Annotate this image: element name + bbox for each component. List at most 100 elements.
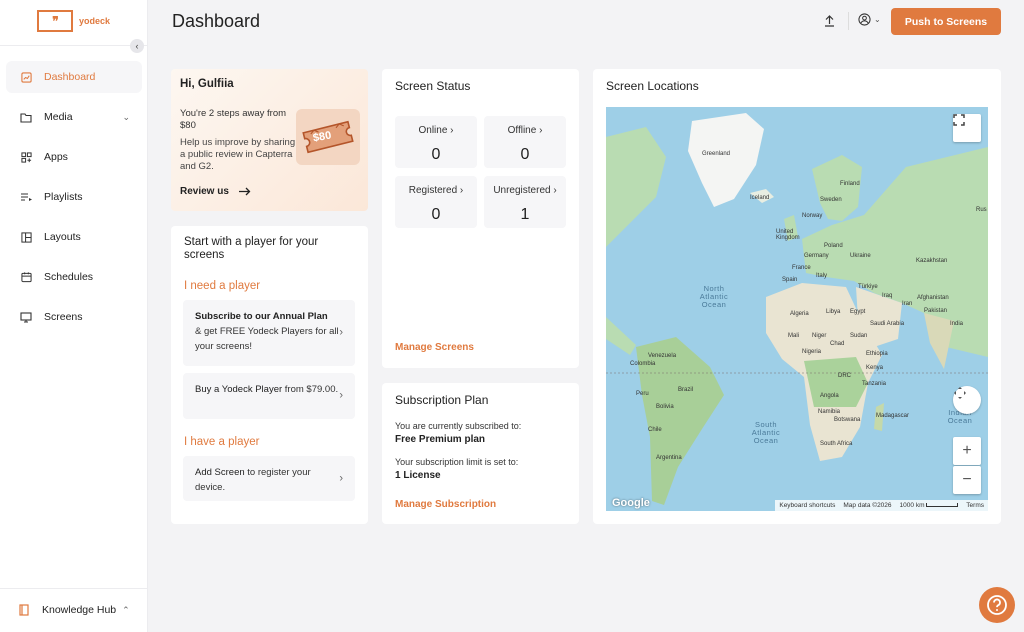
book-icon (18, 604, 30, 616)
card-title: Screen Locations (606, 79, 699, 93)
upload-icon[interactable] (822, 13, 836, 29)
sidebar-item-label: Screens (44, 311, 83, 323)
review-us-label: Review us (180, 186, 229, 197)
map-label: Rus (976, 207, 987, 213)
sidebar-item-label: Apps (44, 151, 68, 163)
fullscreen-button[interactable] (953, 114, 981, 142)
zoom-in-button[interactable]: + (953, 437, 981, 465)
account-menu[interactable]: ⌄ (858, 13, 881, 26)
map-attribution: Keyboard shortcuts Map data ©2026 1000 k… (775, 500, 988, 511)
sidebar-item-apps[interactable]: Apps (6, 141, 142, 173)
map-label: Saudi Arabia (870, 321, 905, 327)
map-label: South Africa (820, 441, 853, 447)
map-label: France (792, 265, 811, 271)
status-online[interactable]: Online › 0 (395, 116, 477, 168)
manage-screens-link[interactable]: Manage Screens (395, 342, 474, 353)
map-label: Poland (824, 243, 843, 249)
have-player-heading: I have a player (184, 436, 260, 448)
map-label: Sweden (820, 197, 842, 203)
move-icon (954, 387, 966, 399)
map-label: Kenya (866, 365, 884, 371)
map-label: Finland (840, 181, 860, 187)
sidebar-item-media[interactable]: Media ⌄ (6, 101, 142, 133)
review-us-link[interactable]: Review us (180, 186, 251, 197)
map-label: Chad (830, 341, 845, 347)
card-title: Screen Status (395, 79, 471, 93)
status-offline[interactable]: Offline › 0 (484, 116, 566, 168)
screen-status-card: Screen Status Online › 0 Offline › 0 Reg… (382, 69, 579, 368)
map-label: Kazakhstan (916, 258, 948, 264)
promo-steps: You're 2 steps away from $80 (180, 108, 287, 131)
map-label: Iraq (882, 293, 893, 299)
annual-plan-option[interactable]: Subscribe to our Annual Plan & get FREE … (183, 300, 355, 366)
folder-icon (20, 111, 32, 123)
map-label: Colombia (630, 361, 656, 367)
map-label: Venezuela (648, 353, 677, 359)
status-label: Offline › (507, 125, 543, 136)
sidebar: ❞ yodeck ‹ Dashboard Media ⌄ Apps Playli… (0, 0, 148, 632)
map-label: Türkiye (858, 284, 878, 290)
map-label: United Kingdom (776, 229, 800, 241)
screen-locations-card: Screen Locations Greenland Iceland Finla… (593, 69, 1001, 524)
ocean-label: North Atlantic Ocean (699, 284, 729, 309)
promo-description: Help us improve by sharing a public revi… (180, 137, 296, 172)
map-label: Brazil (678, 387, 694, 393)
map-label: Ethiopia (866, 351, 888, 357)
sidebar-item-label: Media (44, 111, 73, 123)
chevron-right-icon: › (339, 472, 343, 484)
license-limit: 1 License (395, 470, 441, 481)
map-label: Tanzania (862, 381, 887, 387)
status-label: Registered › (408, 185, 464, 196)
review-promo-card: Hi, Gulfiia You're 2 steps away from $80… (171, 69, 368, 211)
need-player-heading: I need a player (184, 280, 261, 292)
status-count: 0 (431, 146, 441, 163)
chevron-left-icon: ‹ (135, 41, 139, 51)
sidebar-item-label: Layouts (44, 231, 81, 243)
sidebar-item-playlists[interactable]: Playlists (6, 181, 142, 213)
sidebar-item-schedules[interactable]: Schedules (6, 261, 142, 293)
knowledge-hub-button[interactable]: Knowledge Hub ⌃ (18, 604, 130, 616)
player-card-title: Start with a player for your screens (184, 236, 319, 261)
google-logo: Google (612, 497, 650, 509)
help-button[interactable] (979, 587, 1015, 623)
apps-icon (20, 151, 32, 163)
sidebar-item-dashboard[interactable]: Dashboard (6, 61, 142, 93)
status-unregistered[interactable]: Unregistered › 1 (484, 176, 566, 228)
map-label: Germany (804, 253, 829, 259)
annual-plan-text: & get FREE Yodeck Players for all your s… (195, 326, 339, 352)
zoom-out-button[interactable]: − (953, 466, 981, 494)
sidebar-item-screens[interactable]: Screens (6, 301, 142, 333)
status-count: 0 (520, 146, 530, 163)
page-title: Dashboard (172, 11, 261, 31)
world-map[interactable]: Greenland Iceland Finland Sweden Norway … (606, 107, 988, 511)
map-label: Greenland (702, 151, 731, 157)
map-data-credit: Map data ©2026 (843, 502, 892, 509)
push-to-screens-button[interactable]: Push to Screens (891, 8, 1001, 35)
yodeck-logo[interactable]: ❞ yodeck (37, 10, 110, 32)
subscribed-label: You are currently subscribed to: (395, 421, 522, 431)
subscription-plan-card: Subscription Plan You are currently subs… (382, 383, 579, 524)
manage-subscription-link[interactable]: Manage Subscription (395, 499, 496, 510)
map-label: India (950, 321, 964, 327)
chevron-down-icon: ⌄ (122, 111, 130, 122)
map-label: Niger (812, 333, 827, 339)
plan-name: Free Premium plan (395, 434, 486, 445)
map-label: Iceland (750, 195, 770, 201)
layout-icon (20, 231, 32, 243)
chevron-up-icon: ⌃ (122, 604, 130, 615)
sidebar-item-layouts[interactable]: Layouts (6, 221, 142, 253)
map-label: Bolivia (656, 404, 674, 410)
map-label: Ukraine (850, 253, 871, 259)
status-registered[interactable]: Registered › 0 (395, 176, 477, 228)
chart-icon (20, 71, 32, 83)
help-icon (987, 595, 1007, 615)
keyboard-shortcuts-link[interactable]: Keyboard shortcuts (779, 502, 835, 509)
pan-control[interactable] (953, 386, 981, 414)
collapse-sidebar-button[interactable]: ‹ (130, 39, 144, 53)
buy-player-option[interactable]: Buy a Yodeck Player from $79.00. › (183, 373, 355, 419)
ticket-illustration: $80 (296, 109, 360, 165)
monitor-icon (20, 311, 32, 323)
map-label: Afghanistan (917, 295, 949, 301)
terms-link[interactable]: Terms (966, 502, 984, 509)
add-screen-option[interactable]: Add Screen to register your device. › (183, 456, 355, 501)
